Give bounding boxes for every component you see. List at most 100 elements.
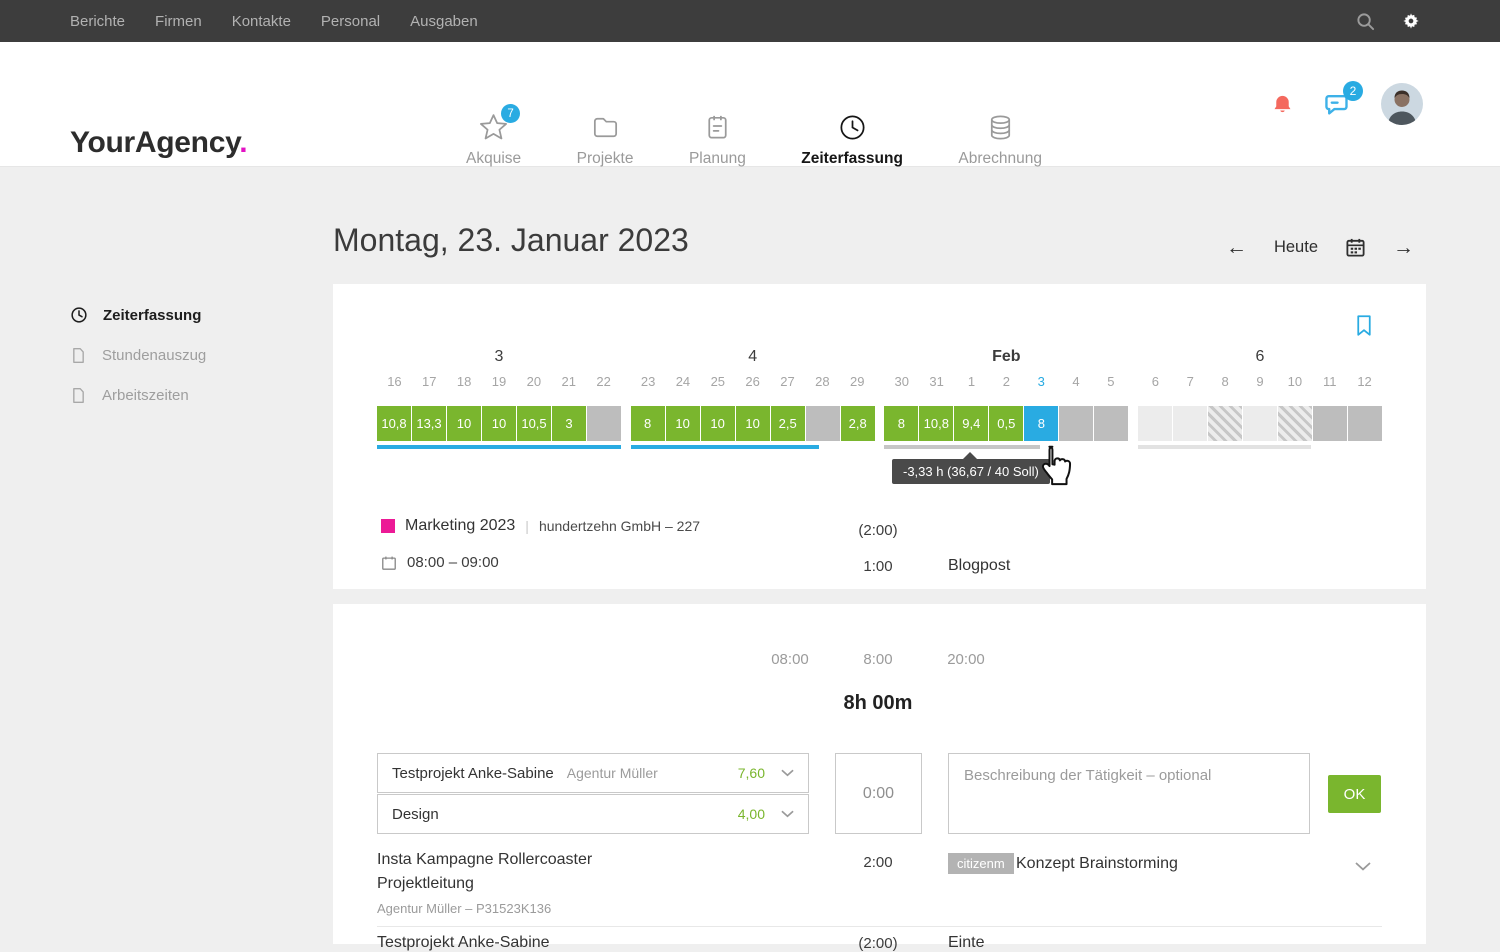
prev-day-arrow-icon[interactable]: ← — [1226, 237, 1247, 258]
day-cell[interactable]: 10,8 — [377, 406, 411, 441]
tracked-entry-row[interactable]: Marketing 2023 | hundertzehn GmbH – 227 — [381, 517, 700, 535]
nav-item-zeiterfassung[interactable]: Zeiterfassung — [801, 110, 903, 168]
chat-unread-badge: 2 — [1343, 80, 1363, 101]
document-icon — [70, 387, 87, 404]
calendar-icon[interactable] — [1345, 237, 1366, 258]
week-underline — [884, 445, 1041, 449]
star-icon: 7 — [478, 104, 521, 144]
day-number: 31 — [929, 374, 944, 389]
chevron-down-icon — [781, 769, 794, 777]
nav-item-label: Akquise — [466, 150, 522, 167]
day-cell[interactable] — [1059, 406, 1094, 441]
day-cell[interactable] — [587, 406, 621, 441]
ok-button[interactable]: OK — [1328, 775, 1381, 813]
nav-item-projekte[interactable]: Projekte — [577, 110, 633, 168]
header-right: 2 — [1271, 42, 1423, 166]
day-cell[interactable] — [1347, 406, 1382, 441]
day-cell[interactable]: 10,5 — [517, 406, 551, 441]
project-select[interactable]: Testprojekt Anke-Sabine Agentur Müller 7… — [377, 753, 809, 793]
tracked-time-row[interactable]: 08:00 – 09:00 — [381, 554, 499, 571]
gear-icon[interactable] — [1402, 12, 1420, 30]
day-cell[interactable] — [1277, 406, 1312, 441]
duration-input[interactable] — [835, 753, 922, 834]
bell-icon[interactable] — [1271, 93, 1294, 116]
day-cell[interactable] — [1137, 406, 1172, 441]
nav-item-abrechnung[interactable]: Abrechnung — [958, 110, 1042, 168]
day-number: 26 — [745, 374, 760, 389]
sidebar-item-stundenauszug[interactable]: Stundenauszug — [70, 335, 320, 375]
day-cell[interactable]: 13,3 — [412, 406, 446, 441]
day-number: 7 — [1186, 374, 1194, 389]
day-number: 21 — [561, 374, 576, 389]
app-logo[interactable]: YourAgency. — [70, 126, 248, 160]
day-cell[interactable]: 10,8 — [919, 406, 954, 441]
app-header: YourAgency. 7 Akquise Projekte Planung Zeite… — [0, 42, 1500, 168]
topbar-item-berichte[interactable]: Berichte — [70, 13, 125, 30]
day-number: 18 — [456, 374, 472, 389]
nav-item-planung[interactable]: Planung — [689, 110, 746, 168]
project-color-square — [381, 519, 395, 533]
entry-activity: Konzept Brainstorming — [1016, 855, 1178, 872]
sidebar-item-arbeitszeiten[interactable]: Arbeitszeiten — [70, 375, 320, 415]
day-cell[interactable] — [1242, 406, 1277, 441]
day-number: 19 — [491, 374, 507, 389]
topbar-item-ausgaben[interactable]: Ausgaben — [410, 13, 478, 30]
topbar-item-kontakte[interactable]: Kontakte — [232, 13, 291, 30]
task-select[interactable]: Design 4,00 — [377, 794, 809, 834]
day-number: 23 — [640, 374, 656, 389]
week-strip: 3 16 17 18 19 20 21 22 10,8 13,3 10 10 10,5 3 4 23 24 25 2… — [377, 346, 1382, 449]
date-nav: ← Heute → — [1226, 237, 1414, 258]
nav-item-akquise[interactable]: 7 Akquise — [466, 104, 522, 168]
day-cell[interactable]: 2,8 — [840, 406, 875, 441]
search-icon[interactable] — [1356, 12, 1375, 31]
entry-activity: Einte — [948, 934, 985, 951]
day-number: 27 — [780, 374, 795, 389]
day-cell[interactable]: 9,4 — [954, 406, 989, 441]
day-cell[interactable]: 8 — [1024, 406, 1059, 441]
day-cell[interactable] — [1172, 406, 1207, 441]
day-cell[interactable]: 8 — [630, 406, 665, 441]
avatar[interactable] — [1381, 83, 1423, 125]
day-cell[interactable]: 10 — [447, 406, 481, 441]
topbar-item-firmen[interactable]: Firmen — [155, 13, 202, 30]
nav-item-label: Planung — [688, 150, 746, 167]
day-number: 9 — [1256, 374, 1264, 389]
day-number: 11 — [1322, 374, 1337, 389]
day-end-time: 20:00 — [947, 651, 985, 668]
day-cell[interactable] — [1207, 406, 1242, 441]
week-balance-tooltip: -3,33 h (36,67 / 40 Soll) — [892, 452, 1050, 484]
day-start-time: 08:00 — [771, 651, 809, 668]
sidebar-item-label: Arbeitszeiten — [102, 386, 189, 404]
day-cell[interactable] — [1094, 406, 1129, 441]
sidebar-item-label: Zeiterfassung — [103, 306, 202, 324]
day-number: 22 — [596, 374, 611, 389]
chevron-down-icon — [781, 810, 794, 818]
week-day-numbers: 6 7 8 9 10 11 12 — [1138, 374, 1382, 400]
day-cell[interactable]: 0,5 — [989, 406, 1024, 441]
sidebar-item-zeiterfassung[interactable]: Zeiterfassung — [70, 295, 320, 335]
topbar-item-personal[interactable]: Personal — [321, 13, 380, 30]
day-cell[interactable]: 8 — [884, 406, 919, 441]
today-button[interactable]: Heute — [1274, 238, 1318, 257]
day-cell[interactable] — [1312, 406, 1347, 441]
client-name: hundertzehn GmbH – 227 — [538, 518, 701, 534]
week-overview-card: 3 16 17 18 19 20 21 22 10,8 13,3 10 10 10,5 3 4 23 24 25 2… — [333, 284, 1426, 589]
description-input[interactable] — [948, 753, 1310, 834]
next-day-arrow-icon[interactable]: → — [1393, 237, 1414, 258]
day-cell[interactable]: 10 — [735, 406, 770, 441]
entry-duration: 2:00 — [863, 854, 893, 871]
nav-item-label: Zeiterfassung — [801, 150, 903, 167]
day-cell[interactable]: 2,5 — [770, 406, 805, 441]
bookmark-icon[interactable] — [1355, 314, 1373, 337]
day-number: 8 — [1221, 374, 1229, 389]
day-cell[interactable]: 10 — [482, 406, 516, 441]
day-cell[interactable]: 3 — [552, 406, 586, 441]
day-number: 25 — [710, 374, 726, 389]
expand-chevron-icon[interactable] — [1355, 862, 1371, 871]
day-cell[interactable] — [805, 406, 840, 441]
day-number: 30 — [894, 374, 909, 389]
chat-icon[interactable]: 2 — [1322, 80, 1363, 120]
week-day-numbers: 16 17 18 19 20 21 22 — [377, 374, 621, 400]
day-cell[interactable]: 10 — [700, 406, 735, 441]
day-cell[interactable]: 10 — [665, 406, 700, 441]
